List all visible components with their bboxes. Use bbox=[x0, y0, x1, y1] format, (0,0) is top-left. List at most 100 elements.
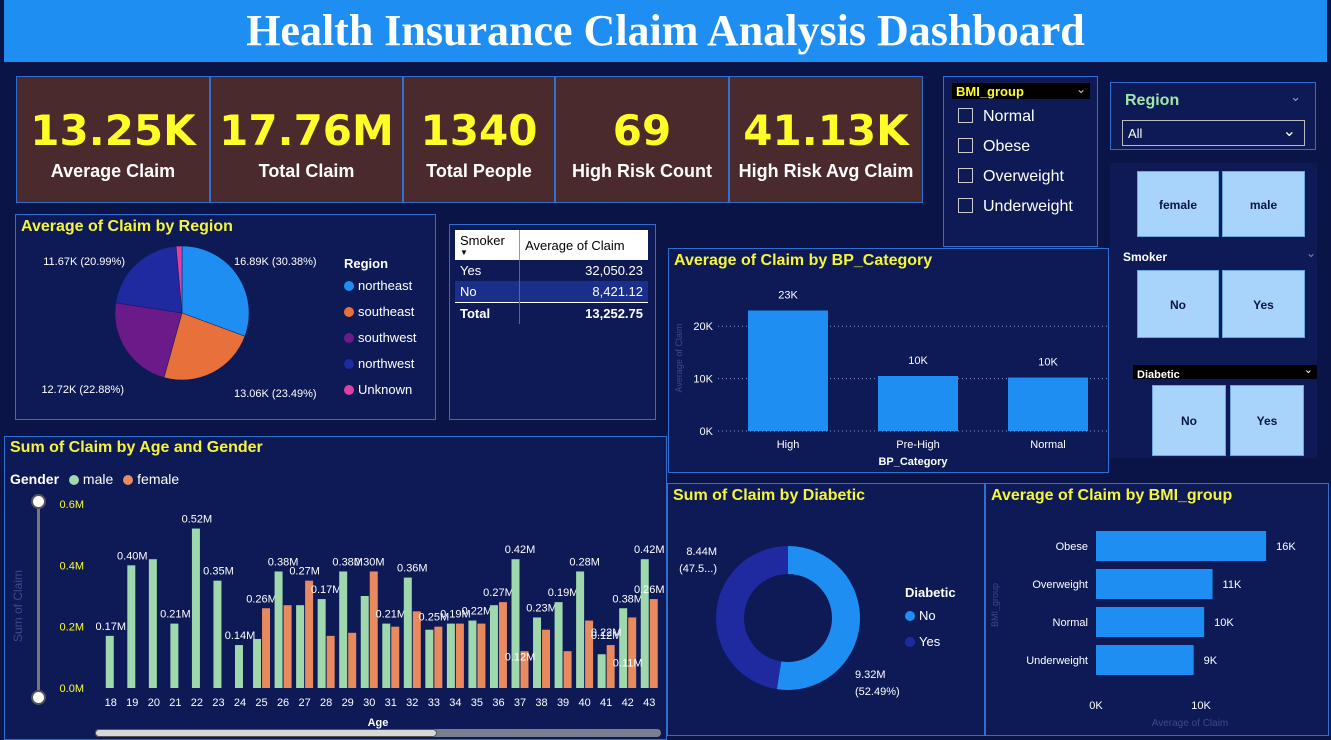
bar-male[interactable] bbox=[105, 635, 114, 688]
diabetic-yes-button[interactable]: Yes bbox=[1230, 385, 1304, 456]
y-tick-label: Underweight bbox=[1026, 655, 1088, 667]
bar-female[interactable] bbox=[649, 599, 658, 688]
chevron-down-icon[interactable]: ⌄ bbox=[1076, 82, 1086, 96]
smoker-yes-button[interactable]: Yes bbox=[1222, 270, 1305, 338]
bar-female[interactable] bbox=[283, 605, 292, 688]
bar-female[interactable] bbox=[326, 635, 335, 688]
region-legend-item[interactable]: southeast bbox=[344, 304, 414, 319]
bar[interactable] bbox=[1008, 377, 1088, 431]
region-legend-item[interactable]: southwest bbox=[344, 330, 417, 345]
bar-data-label: 0.28M bbox=[569, 556, 600, 568]
diabetic-legend-item[interactable]: No bbox=[905, 608, 936, 623]
region-slicer-title: Region bbox=[1125, 92, 1180, 109]
x-axis-title: Age bbox=[368, 717, 389, 729]
x-tick-label: 35 bbox=[471, 697, 483, 709]
bar-male[interactable] bbox=[339, 571, 348, 688]
bar-male[interactable] bbox=[382, 623, 391, 688]
bar-data-label: 0.17M bbox=[95, 621, 126, 633]
table-header[interactable]: Smoker ▼ bbox=[455, 230, 521, 260]
bar-male[interactable] bbox=[425, 629, 434, 688]
bar-female[interactable] bbox=[262, 608, 271, 688]
smoker-no-button[interactable]: No bbox=[1137, 270, 1219, 338]
x-tick-label: High bbox=[777, 439, 800, 451]
checkbox[interactable] bbox=[958, 168, 973, 183]
bar-male[interactable] bbox=[235, 645, 243, 688]
bar-male[interactable] bbox=[511, 559, 520, 688]
bar-male[interactable] bbox=[148, 559, 157, 688]
region-dropdown[interactable]: All ⌄ bbox=[1122, 120, 1305, 146]
kpi-high-risk-avg-claim: 41.13K High Risk Avg Claim bbox=[729, 76, 923, 203]
bar-male[interactable] bbox=[446, 623, 455, 688]
diabetic-legend-item[interactable]: Yes bbox=[905, 634, 940, 649]
bar-female[interactable] bbox=[477, 623, 486, 688]
bar-female[interactable] bbox=[563, 651, 572, 688]
horizontal-scrollbar-thumb[interactable] bbox=[95, 729, 437, 737]
bar[interactable] bbox=[1096, 531, 1267, 561]
legend-label: Yes bbox=[919, 634, 941, 649]
checkbox[interactable] bbox=[958, 138, 973, 153]
bar-male[interactable] bbox=[468, 620, 477, 688]
bar-male[interactable] bbox=[191, 528, 200, 688]
bar-female[interactable] bbox=[391, 626, 400, 688]
table-header[interactable]: Average of Claim bbox=[520, 230, 648, 260]
bar-male[interactable] bbox=[403, 577, 412, 688]
x-tick-label: Pre-High bbox=[896, 439, 939, 451]
region-legend-item[interactable]: northwest bbox=[344, 356, 414, 371]
bar-female[interactable] bbox=[434, 626, 443, 688]
checkbox[interactable] bbox=[958, 198, 973, 213]
bar-male[interactable] bbox=[274, 571, 283, 688]
bar-female[interactable] bbox=[542, 629, 551, 688]
bar[interactable] bbox=[748, 310, 828, 431]
bmi-slicer-header[interactable]: BMI_group ⌄ bbox=[952, 82, 1090, 99]
bar-female[interactable] bbox=[369, 571, 378, 688]
bar-male[interactable] bbox=[619, 608, 628, 688]
bar-female[interactable] bbox=[305, 580, 314, 688]
legend-swatch bbox=[344, 385, 354, 395]
gender-male-button[interactable]: male bbox=[1222, 171, 1305, 237]
pie-data-label: 16.89K (30.38%) bbox=[234, 256, 317, 268]
chevron-down-icon: ⌄ bbox=[1303, 364, 1313, 376]
bar-male[interactable] bbox=[489, 605, 498, 688]
bar-male[interactable] bbox=[597, 654, 606, 688]
bar[interactable] bbox=[1096, 607, 1205, 637]
bar-male[interactable] bbox=[296, 605, 305, 688]
bar-male[interactable] bbox=[213, 580, 222, 688]
bar-male[interactable] bbox=[317, 599, 326, 688]
bar[interactable] bbox=[1096, 645, 1194, 675]
pie-slice-northwest[interactable] bbox=[115, 245, 183, 314]
bar-female[interactable] bbox=[628, 617, 637, 688]
gender-female-button[interactable]: female bbox=[1137, 171, 1219, 237]
chevron-down-icon[interactable]: ⌄ bbox=[1290, 89, 1301, 105]
diabetic-slicer-header[interactable]: Diabetic ⌄ bbox=[1133, 364, 1317, 381]
bar-female[interactable] bbox=[455, 623, 464, 688]
bar-male[interactable] bbox=[360, 596, 369, 688]
bar-female[interactable] bbox=[498, 602, 507, 688]
bmi-option-underweight[interactable]: Underweight bbox=[958, 198, 1073, 216]
bar-female[interactable] bbox=[348, 632, 357, 688]
bmi-option-obese[interactable]: Obese bbox=[958, 138, 1030, 156]
table-row[interactable]: Yes 32,050.23 bbox=[455, 260, 648, 281]
bar-data-label: 0.14M bbox=[225, 630, 256, 642]
bar[interactable] bbox=[878, 375, 958, 431]
legend-swatch bbox=[344, 359, 354, 369]
table-cell: Total bbox=[455, 302, 521, 324]
table-row[interactable]: No 8,421.12 bbox=[455, 281, 648, 303]
region-legend-item[interactable]: Unknown bbox=[344, 382, 412, 397]
bar-male[interactable] bbox=[576, 571, 585, 688]
x-tick-label: 24 bbox=[234, 697, 246, 709]
bar-male[interactable] bbox=[554, 602, 563, 688]
bmi-option-overweight[interactable]: Overweight bbox=[958, 168, 1064, 186]
chevron-down-icon[interactable]: ⌄ bbox=[1306, 246, 1316, 260]
option-label: Overweight bbox=[983, 168, 1064, 185]
bar-male[interactable] bbox=[170, 623, 179, 688]
bar[interactable] bbox=[1096, 569, 1213, 599]
checkbox[interactable] bbox=[958, 108, 973, 123]
diabetic-no-button[interactable]: No bbox=[1152, 385, 1226, 456]
bar-data-label: 10K bbox=[908, 355, 928, 367]
region-legend-item[interactable]: northeast bbox=[344, 278, 412, 293]
bmi-option-normal[interactable]: Normal bbox=[958, 108, 1035, 126]
x-tick-label: 31 bbox=[385, 697, 397, 709]
bar-male[interactable] bbox=[127, 565, 136, 688]
bar-data-label: 0.36M bbox=[397, 563, 428, 575]
bar-male[interactable] bbox=[253, 638, 262, 688]
